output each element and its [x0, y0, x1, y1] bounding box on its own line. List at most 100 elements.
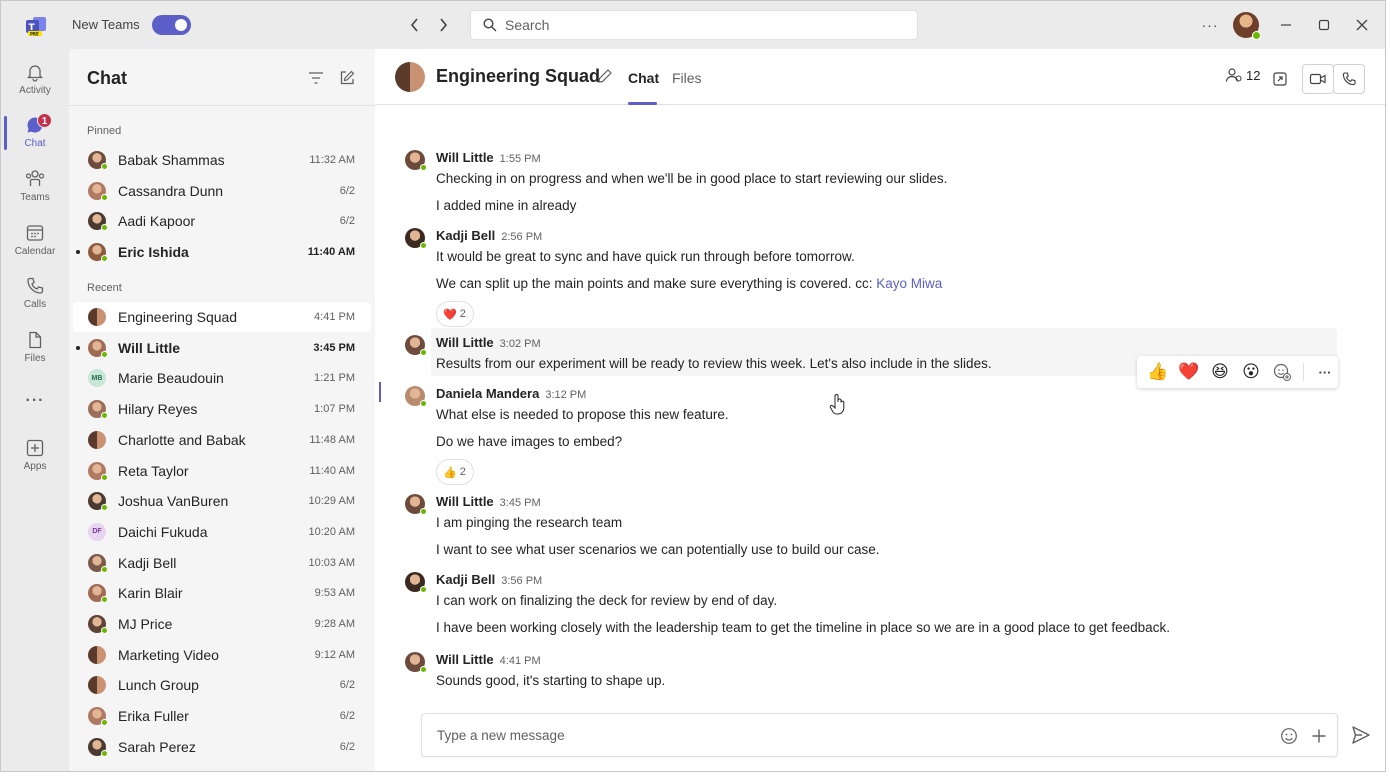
- presence-available-icon: [420, 242, 427, 249]
- avatar: [88, 615, 108, 634]
- filter-icon[interactable]: [306, 68, 326, 88]
- participants-button[interactable]: 12: [1225, 67, 1260, 83]
- chat-list-item[interactable]: Reta Taylor 11:40 AM: [73, 456, 371, 486]
- heart-reaction-button[interactable]: ❤️: [1176, 359, 1202, 385]
- avatar: MB: [88, 369, 106, 388]
- chat-time: 1:21 PM: [314, 372, 355, 385]
- video-call-icon[interactable]: [1302, 64, 1334, 94]
- message-author-line: Will Little 3:45 PM: [436, 494, 541, 509]
- chat-name: Will Little: [118, 339, 181, 356]
- chat-list-item[interactable]: Kadji Bell 10:03 AM: [73, 548, 371, 578]
- message-time: 4:41 PM: [499, 655, 541, 667]
- edit-name-icon[interactable]: [597, 68, 613, 84]
- rail-item-calendar[interactable]: Calendar: [1, 214, 69, 266]
- like-reaction-button[interactable]: 👍: [1145, 359, 1171, 385]
- avatar[interactable]: [405, 335, 427, 356]
- rail-item-activity[interactable]: Activity: [1, 53, 69, 105]
- message-text-content: I added mine in already: [436, 198, 577, 213]
- new-chat-icon[interactable]: [337, 68, 357, 88]
- chat-list-item[interactable]: Karin Blair 9:53 AM: [73, 578, 371, 608]
- maximize-icon[interactable]: [1312, 13, 1336, 37]
- chat-time: 1:07 PM: [314, 403, 355, 416]
- chat-list-item[interactable]: Will Little 3:45 PM: [73, 333, 371, 363]
- rail-item-apps[interactable]: Apps: [1, 429, 69, 481]
- surprised-reaction-button[interactable]: 😮: [1238, 359, 1264, 385]
- avatar: [88, 737, 108, 757]
- chat-list-item[interactable]: Babak Shammas 11:32 AM: [73, 145, 371, 175]
- rail-item-files[interactable]: Files: [1, 321, 69, 373]
- chat-list-item[interactable]: MJ Price 9:28 AM: [73, 609, 371, 639]
- message-composer[interactable]: Type a new message: [421, 713, 1338, 757]
- forward-arrow-icon[interactable]: [433, 14, 453, 36]
- message-author: Kadji Bell: [436, 228, 496, 243]
- laugh-reaction-button[interactable]: 😆: [1207, 359, 1233, 385]
- rail-item-teams[interactable]: Teams: [1, 160, 69, 212]
- message-text: Checking in on progress and when we'll b…: [436, 171, 947, 186]
- new-teams-toggle[interactable]: [152, 15, 191, 35]
- more-options-icon[interactable]: ···: [1198, 13, 1222, 37]
- rail-item-chat[interactable]: 1 Chat: [1, 106, 69, 158]
- back-arrow-icon[interactable]: [405, 14, 425, 36]
- chat-list-item[interactable]: Aadi Kapoor 6/2: [73, 206, 371, 236]
- avatar[interactable]: [405, 652, 427, 673]
- reaction-pill[interactable]: ❤️ 2: [436, 301, 474, 327]
- more-actions-icon[interactable]: ···: [1312, 359, 1338, 385]
- hand-cursor-icon: [829, 394, 845, 415]
- apps-add-icon: [26, 439, 44, 457]
- chat-list-item[interactable]: DF Daichi Fukuda 10:20 AM: [73, 517, 371, 547]
- chat-list-item[interactable]: Sarah Perez 6/2: [73, 732, 371, 762]
- message-text: I have been working closely with the lea…: [436, 620, 1170, 635]
- avatar: [88, 676, 106, 695]
- message-text: I can work on finalizing the deck for re…: [436, 593, 777, 608]
- tab-chat[interactable]: Chat: [628, 70, 659, 86]
- rail-more-icon[interactable]: ···: [1, 375, 69, 427]
- chat-name: Babak Shammas: [118, 152, 225, 168]
- new-teams-label: New Teams: [72, 17, 140, 32]
- chat-list-item[interactable]: Erika Fuller 6/2: [73, 701, 371, 731]
- mention-link[interactable]: Kayo Miwa: [876, 276, 942, 291]
- avatar: [88, 212, 108, 232]
- chat-time: 3:45 PM: [313, 341, 355, 354]
- message-text: Results from our experiment will be read…: [436, 356, 992, 371]
- avatar[interactable]: [405, 494, 427, 515]
- chat-list-item[interactable]: Charlotte and Babak 11:48 AM: [73, 425, 371, 455]
- avatar[interactable]: [405, 386, 427, 407]
- chat-list-item[interactable]: Cassandra Dunn 6/2: [73, 176, 371, 206]
- reaction-pill[interactable]: 👍 2: [436, 459, 474, 485]
- chat-list-item[interactable]: Marketing Video 9:12 AM: [73, 640, 371, 670]
- chat-time: 10:20 AM: [308, 525, 355, 538]
- chat-list-item[interactable]: Lunch Group 6/2: [73, 670, 371, 700]
- close-icon[interactable]: [1350, 13, 1374, 37]
- chat-list-item[interactable]: MB Marie Beaudouin 1:21 PM: [73, 363, 371, 393]
- message-author-line: Kadji Bell 2:56 PM: [436, 228, 542, 243]
- share-screen-icon[interactable]: [1264, 64, 1296, 94]
- profile-avatar[interactable]: [1233, 12, 1261, 40]
- chat-list-item[interactable]: Joshua VanBuren 10:29 AM: [73, 486, 371, 516]
- emoji-icon[interactable]: [1278, 725, 1300, 747]
- search-input[interactable]: Search: [470, 10, 918, 40]
- chat-list-item[interactable]: Hilary Reyes 1:07 PM: [73, 394, 371, 424]
- avatar: [88, 707, 108, 727]
- avatar[interactable]: [405, 150, 427, 171]
- message-author-line: Will Little 1:55 PM: [436, 150, 541, 165]
- message-author-line: Daniela Mandera 3:12 PM: [436, 386, 586, 401]
- unread-dot: [76, 345, 80, 350]
- composer-placeholder: Type a new message: [437, 728, 565, 743]
- add-reaction-icon[interactable]: [1269, 359, 1295, 385]
- avatar[interactable]: [405, 228, 427, 249]
- tab-files[interactable]: Files: [672, 70, 702, 86]
- chat-name: Joshua VanBuren: [118, 493, 229, 510]
- chat-list-item[interactable]: Engineering Squad 4:41 PM: [73, 302, 371, 332]
- audio-call-icon[interactable]: [1333, 64, 1365, 94]
- minimize-icon[interactable]: [1274, 13, 1298, 37]
- add-attachment-icon[interactable]: [1308, 725, 1330, 747]
- avatar[interactable]: [405, 572, 427, 593]
- avatar: [88, 181, 108, 201]
- group-avatar[interactable]: [395, 62, 425, 92]
- rail-item-calls[interactable]: Calls: [1, 267, 69, 319]
- conversation-title: Engineering Squad: [436, 66, 601, 86]
- chat-time: 11:48 AM: [309, 433, 355, 446]
- presence-available-icon: [101, 596, 108, 604]
- send-icon[interactable]: [1350, 724, 1372, 746]
- chat-list-item[interactable]: Eric Ishida 11:40 AM: [73, 237, 371, 267]
